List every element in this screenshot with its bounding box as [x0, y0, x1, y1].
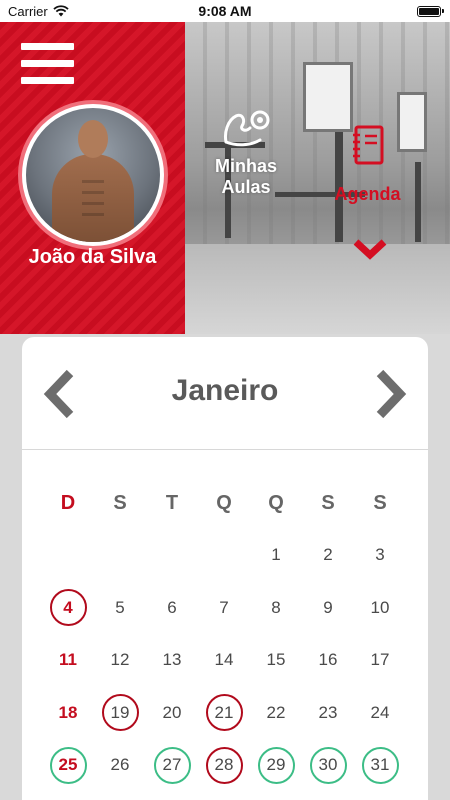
calendar-day-number: 4 [49, 589, 87, 627]
calendar-day[interactable]: 13 [146, 634, 198, 687]
calendar-day-number: 2 [323, 545, 333, 565]
calendar-day-green-marked[interactable]: 29 [250, 739, 302, 792]
calendar-day[interactable]: 14 [198, 634, 250, 687]
dumbbell-arm-icon [224, 110, 270, 147]
calendar-day[interactable]: 22 [250, 687, 302, 740]
notebook-icon [352, 125, 383, 165]
chevron-down-icon[interactable] [353, 238, 387, 260]
weekday-label: Q [268, 492, 284, 514]
calendar-day[interactable]: 8 [250, 582, 302, 635]
calendar-day[interactable]: 26 [94, 739, 146, 792]
calendar-day-red-marked[interactable]: 19 [94, 687, 146, 740]
calendar-day-green-marked[interactable]: 31 [354, 739, 406, 792]
calendar-day[interactable]: 11 [42, 634, 94, 687]
chevron-right-icon[interactable] [370, 369, 410, 419]
calendar-day-number: 1 [271, 545, 281, 565]
calendar-day-number: 22 [266, 702, 286, 722]
nav-my-classes-label: Minhas Aulas [214, 156, 277, 197]
calendar-day-number: 24 [370, 702, 390, 722]
weekday-label: D [60, 492, 76, 514]
calendar-day-number: 29 [257, 746, 295, 784]
calendar-day-number: 11 [59, 650, 77, 670]
calendar-day-number: 12 [110, 650, 130, 670]
calendar-day[interactable]: 6 [146, 582, 198, 635]
calendar-day[interactable]: 9 [302, 582, 354, 635]
calendar-day-number: 31 [361, 746, 399, 784]
calendar-day-number: 5 [115, 597, 125, 617]
calendar-day-number: 15 [266, 650, 286, 670]
calendar-day[interactable]: 24 [354, 687, 406, 740]
calendar-day-number: 9 [323, 597, 333, 617]
weekday-label: S [113, 492, 127, 514]
calendar-day[interactable]: 12 [94, 634, 146, 687]
calendar-grid: 1 2 3 4 5 6 7 8 9 10 11 12 13 14 15 16 17 18 19 20 21 22 23 24 2… [42, 529, 406, 792]
calendar-card: Janeiro D S T Q Q S S 1 2 3 4 5 6 7 8 9 10 11 12 13 1… [22, 337, 428, 800]
month-header: Janeiro [22, 337, 428, 450]
calendar-day[interactable]: 17 [354, 634, 406, 687]
weekday-label: Q [216, 492, 232, 514]
calendar-day-green-marked[interactable]: 27 [146, 739, 198, 792]
calendar-day-green-marked[interactable]: 30 [302, 739, 354, 792]
chevron-left-icon[interactable] [40, 369, 80, 419]
nav-agenda[interactable]: Agenda [325, 124, 410, 205]
nav-agenda-label: Agenda [334, 184, 401, 204]
calendar-day[interactable]: 10 [354, 582, 406, 635]
calendar-day[interactable]: 3 [354, 529, 406, 582]
calendar-day-green-marked[interactable]: 25 [42, 739, 94, 792]
calendar-day[interactable]: 5 [94, 582, 146, 635]
calendar-day[interactable]: 15 [250, 634, 302, 687]
profile-panel: João da Silva [0, 22, 185, 334]
status-left: Carrier [8, 4, 69, 19]
wifi-icon [53, 5, 69, 17]
weekday-header: D S T Q Q S S [42, 492, 406, 515]
calendar-day[interactable]: 20 [146, 687, 198, 740]
calendar-day-number: 16 [318, 650, 338, 670]
calendar-day-number: 8 [271, 597, 281, 617]
calendar-day-number: 20 [162, 702, 182, 722]
avatar [26, 108, 160, 242]
weekday-label: S [373, 492, 387, 514]
calendar-day-number: 17 [370, 650, 390, 670]
calendar-day[interactable]: 18 [42, 687, 94, 740]
calendar-empty-cell [198, 529, 250, 582]
calendar-day-number: 25 [49, 746, 87, 784]
calendar-day[interactable]: 7 [198, 582, 250, 635]
calendar-day-number: 3 [375, 545, 385, 565]
calendar-day-number: 26 [110, 755, 130, 775]
calendar-day-red-marked[interactable]: 28 [198, 739, 250, 792]
month-title: Janeiro [171, 374, 279, 407]
calendar-day-number: 18 [58, 702, 78, 722]
calendar-day-number: 23 [318, 702, 338, 722]
calendar-day-red-marked[interactable]: 21 [198, 687, 250, 740]
calendar-day-number: 6 [167, 597, 177, 617]
calendar-empty-cell [42, 529, 94, 582]
status-bar: Carrier 9:08 AM [0, 0, 450, 22]
calendar-day-number: 30 [309, 746, 347, 784]
calendar-day-number: 10 [370, 597, 390, 617]
weekday-label: T [165, 492, 179, 514]
calendar-day-number: 19 [101, 694, 139, 732]
calendar-day[interactable]: 16 [302, 634, 354, 687]
calendar-day-number: 13 [162, 650, 182, 670]
calendar-day-number: 28 [205, 746, 243, 784]
calendar-day-number: 21 [205, 694, 243, 732]
calendar-day-number: 7 [219, 597, 229, 617]
hamburger-menu-icon[interactable] [21, 43, 74, 84]
battery-icon [417, 5, 444, 17]
avatar-frame[interactable] [22, 104, 164, 246]
calendar-day-red-marked[interactable]: 4 [42, 582, 94, 635]
header: João da Silva Minhas Aulas Agenda [0, 22, 450, 334]
weekday-label: S [321, 492, 335, 514]
calendar-day[interactable]: 1 [250, 529, 302, 582]
calendar-empty-cell [146, 529, 198, 582]
calendar-empty-cell [94, 529, 146, 582]
calendar-day[interactable]: 23 [302, 687, 354, 740]
calendar-day[interactable]: 2 [302, 529, 354, 582]
calendar-day-number: 27 [153, 746, 191, 784]
calendar-day-number: 14 [214, 650, 234, 670]
profile-name: João da Silva [28, 246, 157, 268]
nav-my-classes[interactable]: Minhas Aulas [205, 106, 287, 198]
carrier-label: Carrier [8, 3, 48, 19]
